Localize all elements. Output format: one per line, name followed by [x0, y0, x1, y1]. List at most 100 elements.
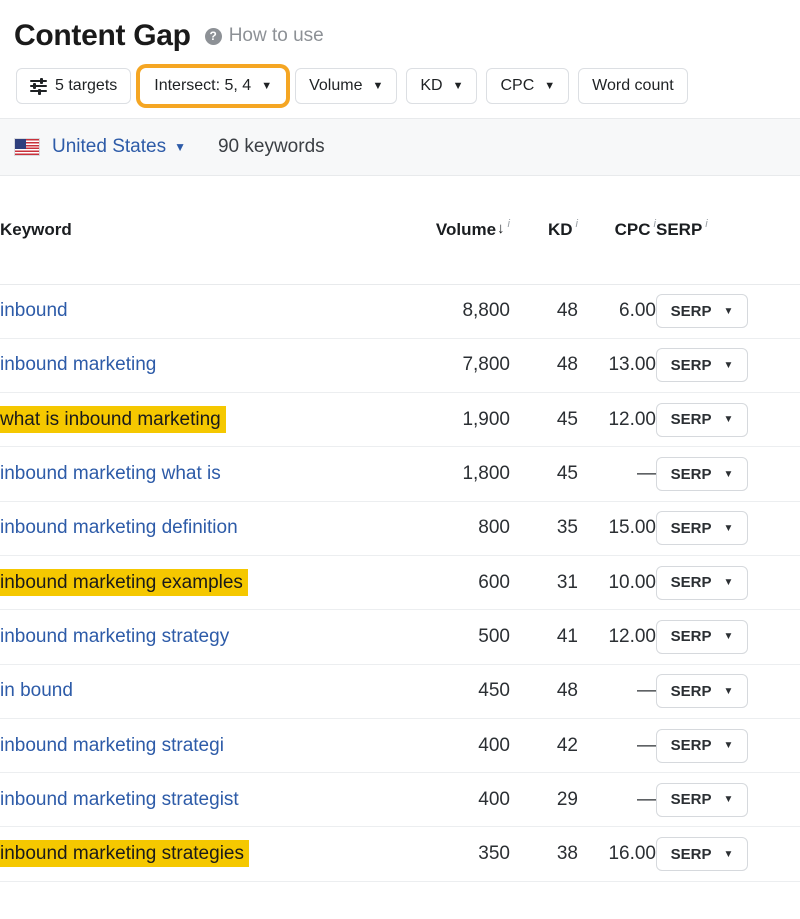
keyword-cell: what is inbound marketing: [0, 393, 400, 447]
serp-button-label: SERP: [671, 628, 712, 645]
chevron-down-icon: ▼: [723, 740, 733, 751]
keyword-cell: inbound marketing definition: [0, 501, 400, 555]
keyword-link[interactable]: inbound: [0, 300, 68, 321]
kd-cell: 45: [510, 393, 578, 447]
kd-filter-label: KD: [420, 77, 442, 95]
serp-cell: SERP▼: [656, 501, 800, 555]
kd-cell: 38: [510, 827, 578, 881]
chevron-down-icon: ▼: [723, 360, 733, 371]
chevron-down-icon[interactable]: ▼: [174, 140, 186, 154]
kd-cell: 41: [510, 610, 578, 664]
column-header-volume[interactable]: Volume ↓ i: [400, 176, 510, 284]
keyword-cell: inbound marketing strategi: [0, 718, 400, 772]
volume-cell: 1,900: [400, 393, 510, 447]
info-icon[interactable]: i: [508, 219, 510, 230]
column-header-serp[interactable]: SERP i: [656, 176, 800, 284]
keyword-cell: inbound marketing strategist: [0, 773, 400, 827]
cpc-cell: 6.00: [578, 284, 656, 338]
chevron-down-icon: ▼: [544, 81, 555, 92]
serp-cell: SERP ▼: [656, 447, 800, 501]
country-bar: United States ▼ 90 keywords: [0, 118, 800, 176]
keyword-cell: inbound marketing examples: [0, 555, 400, 609]
chevron-down-icon: ▼: [723, 849, 733, 860]
info-icon[interactable]: i: [705, 219, 707, 230]
volume-cell: 400: [400, 773, 510, 827]
cpc-cell: —: [578, 718, 656, 772]
page-title: Content Gap: [14, 19, 191, 53]
serp-cell: SERP▼: [656, 664, 800, 718]
content-gap-page: Content Gap ? How to use 5 targets Inter…: [0, 0, 800, 919]
keyword-link[interactable]: inbound marketing: [0, 354, 156, 375]
column-header-cpc-label: CPC: [615, 220, 651, 240]
column-header-keyword[interactable]: Keyword: [0, 176, 400, 284]
serp-button[interactable]: SERP▼: [656, 837, 748, 871]
serp-button[interactable]: SERP ▼: [656, 729, 748, 763]
keyword-link[interactable]: inbound marketing strategist: [0, 789, 239, 810]
volume-cell: 450: [400, 664, 510, 718]
serp-button-label: SERP: [671, 303, 712, 320]
how-to-use-link[interactable]: ? How to use: [205, 25, 324, 47]
column-header-cpc[interactable]: CPC i: [578, 176, 656, 284]
table-row: inbound marketing strategy5004112.00SERP…: [0, 610, 800, 664]
intersect-dropdown[interactable]: Intersect: 5, 4 ▼: [140, 68, 286, 104]
word-count-filter-dropdown[interactable]: Word count: [578, 68, 688, 104]
cpc-cell: 12.00: [578, 393, 656, 447]
volume-filter-dropdown[interactable]: Volume ▼: [295, 68, 397, 104]
chevron-down-icon: ▼: [261, 81, 272, 92]
keyword-link[interactable]: inbound marketing strategy: [0, 626, 229, 647]
cpc-filter-dropdown[interactable]: CPC ▼: [486, 68, 569, 104]
keyword-link[interactable]: inbound marketing what is: [0, 463, 221, 484]
serp-button[interactable]: SERP▼: [656, 783, 748, 817]
serp-button[interactable]: SERP ▼: [656, 294, 748, 328]
serp-button-label: SERP: [671, 683, 712, 700]
word-count-filter-label: Word count: [592, 77, 674, 95]
volume-cell: 800: [400, 501, 510, 555]
serp-button-label: SERP: [671, 737, 712, 754]
keyword-link[interactable]: inbound marketing strategi: [0, 735, 224, 756]
keyword-cell: inbound marketing strategy: [0, 610, 400, 664]
volume-filter-label: Volume: [309, 77, 362, 95]
kd-cell: 48: [510, 664, 578, 718]
serp-cell: SERP▼: [656, 393, 800, 447]
chevron-down-icon: ▼: [723, 794, 733, 805]
serp-cell: SERP ▼: [656, 284, 800, 338]
volume-cell: 500: [400, 610, 510, 664]
serp-button[interactable]: SERP▼: [656, 403, 748, 437]
serp-cell: SERP▼: [656, 773, 800, 827]
kd-cell: 35: [510, 501, 578, 555]
keyword-cell: in bound: [0, 664, 400, 718]
country-selector[interactable]: United States: [52, 136, 166, 158]
keyword-link[interactable]: what is inbound marketing: [0, 406, 226, 433]
serp-button[interactable]: SERP ▼: [656, 457, 748, 491]
keyword-link[interactable]: inbound marketing strategies: [0, 840, 249, 867]
serp-button[interactable]: SERP▼: [656, 566, 748, 600]
volume-cell: 350: [400, 827, 510, 881]
keyword-count: 90 keywords: [218, 136, 325, 158]
column-header-kd[interactable]: KD i: [510, 176, 578, 284]
serp-button[interactable]: SERP▼: [656, 348, 748, 382]
kd-cell: 48: [510, 338, 578, 392]
info-icon[interactable]: i: [576, 219, 578, 230]
table-row: inbound8,800486.00SERP▼: [0, 284, 800, 338]
kd-filter-dropdown[interactable]: KD ▼: [406, 68, 477, 104]
chevron-down-icon: ▼: [723, 469, 733, 480]
serp-button[interactable]: SERP▼: [656, 511, 748, 545]
table-row: inbound marketing definition8003515.00SE…: [0, 501, 800, 555]
chevron-down-icon: ▼: [723, 306, 733, 317]
keyword-link[interactable]: inbound marketing definition: [0, 517, 238, 538]
targets-button[interactable]: 5 targets: [16, 68, 131, 104]
keyword-link[interactable]: inbound marketing examples: [0, 569, 248, 596]
info-icon[interactable]: i: [654, 219, 656, 230]
table-row: what is inbound marketing 1,9004512.00SER…: [0, 393, 800, 447]
filter-toolbar: 5 targets Intersect: 5, 4 ▼ Volume ▼ KD …: [0, 56, 800, 118]
serp-button[interactable]: SERP ▼: [656, 620, 748, 654]
chevron-down-icon: ▼: [723, 631, 733, 642]
kd-cell: 29: [510, 773, 578, 827]
keyword-cell: inbound: [0, 284, 400, 338]
serp-cell: SERP▼: [656, 338, 800, 392]
serp-button[interactable]: SERP▼: [656, 674, 748, 708]
serp-button-label: SERP: [671, 466, 712, 483]
table-row: inbound marketing strategies3503816.00SE…: [0, 827, 800, 881]
volume-cell: 400: [400, 718, 510, 772]
keyword-link[interactable]: in bound: [0, 680, 73, 701]
